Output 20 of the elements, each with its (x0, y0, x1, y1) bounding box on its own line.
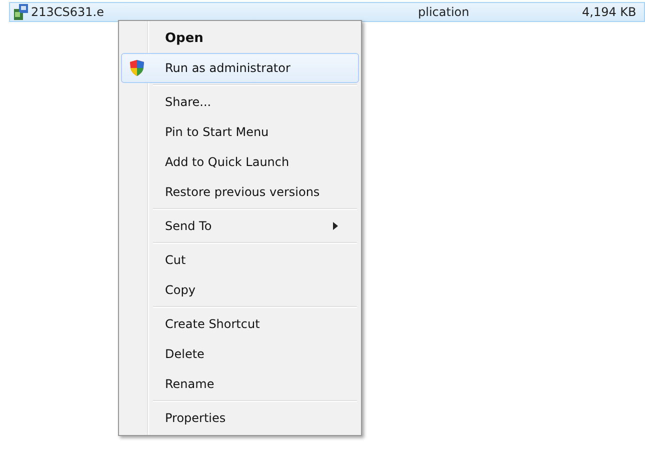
menu-item[interactable]: Copy (121, 275, 359, 305)
menu-item[interactable]: Restore previous versions (121, 177, 359, 207)
menu-item[interactable]: Delete (121, 339, 359, 369)
menu-item[interactable]: Properties (121, 403, 359, 433)
file-type: plication (418, 5, 470, 19)
menu-item[interactable]: Open (121, 23, 359, 53)
file-name: 213CS631.e (31, 5, 104, 19)
installer-icon (12, 3, 30, 21)
menu-item[interactable]: Add to Quick Launch (121, 147, 359, 177)
menu-item[interactable]: Create Shortcut (121, 309, 359, 339)
menu-item[interactable]: Run as administrator (121, 53, 359, 83)
menu-item[interactable]: Rename (121, 369, 359, 399)
file-row[interactable]: 213CS631.e plication 4,194 KB (9, 2, 645, 22)
submenu-arrow-icon (333, 222, 338, 230)
menu-item[interactable]: Cut (121, 245, 359, 275)
menu-item[interactable]: Pin to Start Menu (121, 117, 359, 147)
file-size: 4,194 KB (582, 5, 636, 19)
menu-item[interactable]: Send To (121, 211, 359, 241)
shield-icon (129, 59, 145, 77)
menu-item[interactable]: Share... (121, 87, 359, 117)
